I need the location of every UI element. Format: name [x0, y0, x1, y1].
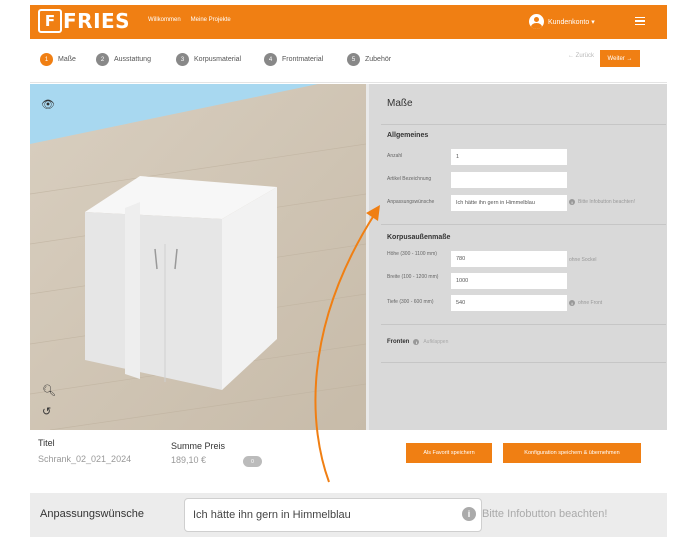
cabinet-side	[85, 212, 222, 390]
fronten-label: Fronten	[387, 339, 410, 345]
step-label: Frontmaterial	[282, 56, 324, 63]
depth-input[interactable]: 540	[451, 295, 567, 311]
field-label-article-name: Artikel Bezeichnung	[387, 176, 432, 182]
depth-note: i ohne Front	[569, 300, 602, 306]
cabinet-render	[30, 84, 366, 430]
article-name-input[interactable]	[451, 172, 567, 188]
logo-text: FRIES	[63, 9, 131, 33]
adjustments-note: i Bitte Infobutton beachten!	[569, 199, 635, 205]
divider	[381, 124, 666, 125]
info-icon[interactable]: i	[413, 339, 420, 345]
section-outer-dimensions-title: Korpusaußenmaße	[387, 234, 451, 241]
step-number: 1	[40, 53, 53, 66]
fronten-expand-link[interactable]: Aufklappen	[423, 339, 448, 345]
info-icon[interactable]: i	[462, 507, 476, 521]
divider	[381, 224, 666, 225]
step-frontmaterial[interactable]: 4 Frontmaterial	[264, 53, 323, 66]
top-navigation-bar: F FRIES Willkommen Meine Projekte Kunden…	[30, 5, 667, 39]
field-label-quantity: Anzahl	[387, 153, 403, 159]
menu-icon[interactable]	[635, 17, 645, 25]
width-input[interactable]: 1000	[451, 273, 567, 289]
step-label: Zubehör	[365, 56, 392, 63]
step-zubehoer[interactable]: 5 Zubehör	[347, 53, 391, 66]
fronten-section[interactable]: Fronten i Aufklappen	[387, 339, 448, 345]
save-favorite-button[interactable]: Als Favorit speichern	[406, 443, 492, 463]
step-korpusmaterial[interactable]: 3 Korpusmaterial	[176, 53, 241, 66]
back-button[interactable]: ← Zurück	[568, 53, 594, 59]
field-label-depth: Tiefe (300 - 600 mm)	[387, 299, 434, 305]
adjustments-note-text: Bitte Infobutton beachten!	[578, 199, 635, 205]
nav-welcome-link[interactable]: Willkommen	[148, 17, 181, 23]
price-value: 189,10 €	[171, 455, 207, 465]
panel-title: Maße	[387, 98, 413, 109]
step-number: 4	[264, 53, 277, 66]
step-number: 2	[96, 53, 109, 66]
title-label: Titel	[38, 438, 55, 448]
account-label: Kundenkonto ▾	[548, 18, 595, 26]
field-label-adjustments: Anpassungswünsche	[387, 199, 435, 205]
zoom-note-text: Bitte Infobutton beachten!	[482, 508, 608, 520]
zoom-adjustments-input[interactable]: Ich hätte ihn gern in Himmelblau	[184, 498, 482, 532]
divider	[381, 324, 666, 325]
zoom-field-label: Anpassungswünsche	[40, 508, 144, 520]
height-note: ohne Sockel	[569, 257, 597, 263]
step-ausstattung[interactable]: 2 Ausstattung	[96, 53, 151, 66]
cart-count-badge[interactable]: 0	[243, 456, 262, 467]
step-number: 3	[176, 53, 189, 66]
logo-letter: F	[44, 12, 56, 30]
zoom-icon[interactable]: 🔍︎	[42, 384, 56, 397]
next-button[interactable]: Weiter →	[600, 50, 640, 67]
step-label: Korpusmaterial	[194, 56, 242, 63]
step-label: Maße	[58, 56, 76, 63]
height-input[interactable]: 780	[451, 251, 567, 267]
divider	[381, 362, 666, 363]
zoom-note: i Bitte Infobutton beachten!	[462, 507, 607, 521]
account-menu[interactable]: Kundenkonto ▾	[529, 14, 595, 29]
step-masse[interactable]: 1 Maße	[40, 53, 76, 66]
depth-note-text: ohne Front	[578, 300, 603, 306]
title-value: Schrank_02_021_2024	[38, 454, 132, 464]
user-icon	[529, 14, 544, 29]
dimension-panel: Maße Allgemeines Anzahl 1 Artikel Bezeic…	[366, 84, 667, 430]
step-number: 5	[347, 53, 360, 66]
step-label: Ausstattung	[114, 56, 151, 63]
undo-icon[interactable]: ↺	[42, 405, 51, 418]
adjustments-input[interactable]: Ich hätte ihn gern in Himmelblau	[451, 195, 567, 211]
quantity-input[interactable]: 1	[451, 149, 567, 165]
configurator-steps: 1 Maße 2 Ausstattung 3 Korpusmaterial 4 …	[30, 39, 667, 83]
summary-footer: Titel Schrank_02_021_2024 Summe Preis 18…	[30, 430, 667, 472]
field-label-height: Höhe (300 - 1100 mm)	[387, 251, 437, 257]
section-general-title: Allgemeines	[387, 132, 429, 139]
3d-viewport[interactable]: 👁 🔍︎ ↺	[30, 84, 366, 430]
fries-logo[interactable]: F FRIES	[38, 9, 130, 33]
price-label: Summe Preis	[171, 441, 226, 451]
save-and-apply-button[interactable]: Konfiguration speichern & übernehmen	[503, 443, 641, 463]
info-icon[interactable]: i	[569, 300, 575, 306]
info-icon[interactable]: i	[569, 199, 575, 205]
eye-icon[interactable]: 👁	[41, 98, 55, 111]
main-nav: Willkommen Meine Projekte	[148, 17, 231, 23]
adjustments-zoom-callout: Anpassungswünsche Ich hätte ihn gern in …	[30, 493, 667, 537]
field-label-width: Breite (100 - 1200 mm)	[387, 274, 439, 280]
nav-projects-link[interactable]: Meine Projekte	[191, 17, 231, 23]
